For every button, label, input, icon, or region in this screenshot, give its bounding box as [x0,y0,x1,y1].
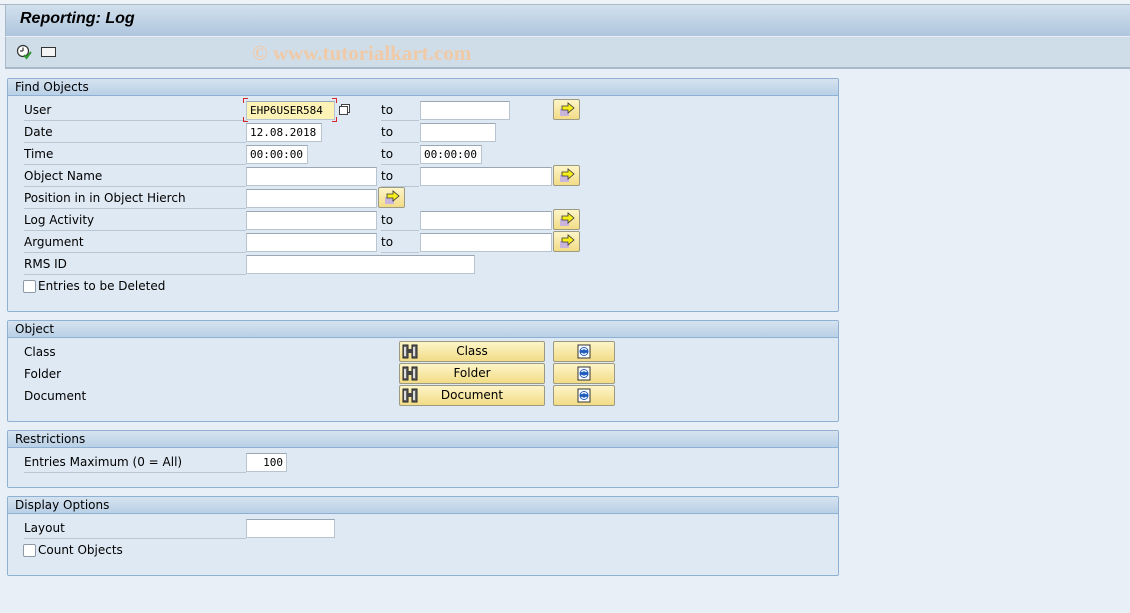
refresh-icon [577,366,591,381]
arrow-right-icon [385,190,400,204]
entries-maximum-label: Entries Maximum (0 = All) [24,453,246,473]
entries-to-be-deleted-checkbox[interactable] [23,280,36,293]
focus-corner [332,117,337,122]
binoculars-icon [402,388,418,403]
focus-corner [243,117,248,122]
user-from-input[interactable]: EHP6USER584 [246,101,335,120]
date-to-label: to [381,123,419,143]
date-to-input[interactable] [420,123,496,142]
application-toolbar: © www.tutorialkart.com [5,36,1130,69]
object-name-multiple-selection-button[interactable] [553,165,580,186]
arrow-right-icon [560,102,575,116]
time-label: Time [24,145,246,165]
date-label: Date [24,123,246,143]
refresh-icon [577,388,591,403]
document-refresh-button[interactable] [553,385,615,406]
binoculars-icon [402,366,418,381]
object-name-to-label: to [381,167,419,187]
folder-search-button[interactable]: Folder [399,363,545,384]
time-to-input[interactable]: 00:00:00 [420,145,482,164]
multiple-selection-icon[interactable] [338,103,352,117]
find-objects-group: Find Objects User EHP6USER584 to Date 12… [7,78,839,312]
count-objects-label: Count Objects [38,543,123,557]
class-label: Class [24,345,56,359]
argument-to-input[interactable] [420,233,552,252]
class-button-label: Class [456,344,488,358]
position-hierarchy-input[interactable] [246,189,377,208]
display-options-header: Display Options [8,497,838,514]
time-from-input[interactable]: 00:00:00 [246,145,308,164]
log-activity-to-input[interactable] [420,211,552,230]
argument-from-input[interactable] [246,233,377,252]
user-to-input[interactable] [420,101,510,120]
layout-label: Layout [24,519,246,539]
folder-label: Folder [24,367,62,381]
time-to-label: to [381,145,419,165]
entries-to-be-deleted-label: Entries to be Deleted [38,279,166,293]
count-objects-checkbox[interactable] [23,544,36,557]
binoculars-icon [402,344,418,359]
page-title: Reporting: Log [20,10,135,27]
entries-maximum-input[interactable]: 100 [246,453,287,472]
folder-button-label: Folder [453,366,491,380]
log-activity-label: Log Activity [24,211,246,231]
class-search-button[interactable]: Class [399,341,545,362]
document-search-button[interactable]: Document [399,385,545,406]
object-name-label: Object Name [24,167,246,187]
class-refresh-button[interactable] [553,341,615,362]
object-group: Object Class Class Folder Folder Documen… [7,320,839,422]
document-button-label: Document [440,388,504,402]
execute-clock-icon[interactable] [16,44,34,60]
log-activity-to-label: to [381,211,419,231]
object-name-from-input[interactable] [246,167,377,186]
log-activity-from-input[interactable] [246,211,377,230]
user-to-label: to [381,101,419,121]
log-activity-multiple-selection-button[interactable] [553,209,580,230]
document-label: Document [24,389,87,403]
object-name-to-input[interactable] [420,167,552,186]
argument-label: Argument [24,233,246,253]
arrow-right-icon [560,168,575,182]
layout-input[interactable] [246,519,335,538]
restrictions-header: Restrictions [8,431,838,448]
focus-corner [243,98,248,103]
arrow-right-icon [560,212,575,226]
watermark: © www.tutorialkart.com [252,41,472,65]
variant-icon[interactable] [40,44,58,60]
focus-corner [332,98,337,103]
display-options-group: Display Options Layout Count Objects [7,496,839,576]
argument-to-label: to [381,233,419,253]
find-objects-header: Find Objects [8,79,838,96]
arrow-right-icon [560,234,575,248]
refresh-icon [577,344,591,359]
rms-id-input[interactable] [246,255,475,274]
restrictions-group: Restrictions Entries Maximum (0 = All) 1… [7,430,839,488]
user-label: User [24,101,246,121]
rms-id-label: RMS ID [24,255,246,275]
position-hierarchy-multiple-selection-button[interactable] [378,187,405,208]
object-header: Object [8,321,838,338]
position-hierarchy-label: Position in in Object Hierch [24,189,246,209]
argument-multiple-selection-button[interactable] [553,231,580,252]
user-multiple-selection-button[interactable] [553,99,580,120]
date-from-input[interactable]: 12.08.2018 [246,123,322,142]
folder-refresh-button[interactable] [553,363,615,384]
title-bar: Reporting: Log [5,5,1130,36]
